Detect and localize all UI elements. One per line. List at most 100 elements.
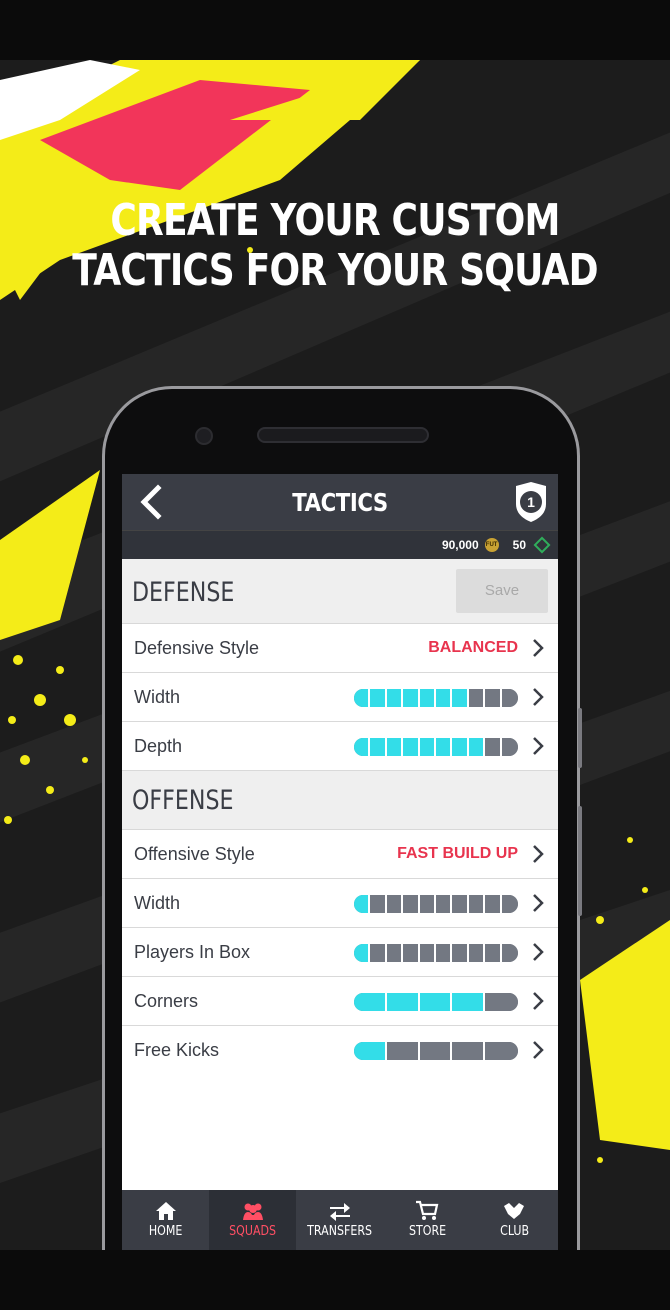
level-segment: [419, 895, 436, 913]
club-crest-icon[interactable]: 1: [512, 480, 550, 524]
level-segment: [435, 738, 453, 756]
level-segment: [501, 689, 518, 707]
level-segment: [403, 738, 420, 756]
nav-label: HOME: [148, 1224, 183, 1239]
level-segment: [485, 738, 502, 756]
row-label: Free Kicks: [134, 1040, 220, 1060]
row-label: Defensive Style: [134, 638, 260, 658]
level-segment: [452, 895, 469, 913]
level-segment: [419, 1042, 453, 1060]
level-segment: [501, 944, 518, 962]
cart-icon: [384, 1200, 471, 1224]
players-in-box-row[interactable]: Players In Box: [122, 928, 558, 977]
chevron-right-icon: [533, 894, 544, 912]
app-header: TACTICS 1: [122, 474, 558, 530]
defensive-style-row[interactable]: Defensive Style BALANCED: [122, 624, 558, 673]
row-label: Offensive Style: [134, 844, 255, 864]
level-bar: [354, 689, 518, 707]
level-segment: [386, 944, 404, 962]
section-defense-header: DEFENSE Save: [122, 559, 558, 624]
transfers-icon: [296, 1200, 383, 1224]
level-segment: [452, 993, 486, 1011]
level-segment: [452, 1042, 486, 1060]
headline-line-2: TACTICS FOR YOUR SQUAD: [72, 245, 598, 296]
level-segment: [403, 895, 420, 913]
coin-icon: FUT: [484, 538, 499, 552]
section-title: OFFENSE: [132, 785, 234, 816]
headline-line-1: CREATE YOUR CUSTOM: [110, 195, 560, 246]
level-segment: [452, 738, 469, 756]
offense-width-row[interactable]: Width: [122, 879, 558, 928]
nav-club[interactable]: CLUB: [471, 1190, 558, 1250]
level-segment: [485, 1042, 518, 1060]
level-segment: [354, 1042, 387, 1060]
page-title: TACTICS: [292, 488, 388, 517]
section-offense-header: OFFENSE: [122, 771, 558, 830]
level-segment: [468, 944, 486, 962]
level-segment: [485, 993, 518, 1011]
squads-icon: [209, 1200, 296, 1224]
points-balance: 50: [512, 538, 526, 552]
section-title: DEFENSE: [132, 577, 235, 608]
level-segment: [386, 895, 404, 913]
corners-row[interactable]: Corners: [122, 977, 558, 1026]
row-value: FAST BUILD UP: [397, 845, 518, 862]
level-segment: [354, 738, 371, 756]
level-bar: [354, 944, 518, 962]
level-bar: [354, 1042, 518, 1060]
app-screen: TACTICS 1 90,000 FUT 50 DEFENSE Save Def…: [122, 474, 558, 1250]
row-value: BALANCED: [428, 639, 518, 656]
top-black-bar: [0, 0, 670, 60]
level-segment: [501, 738, 518, 756]
level-segment: [403, 944, 420, 962]
save-button[interactable]: Save: [456, 569, 548, 613]
level-bar: [354, 993, 518, 1011]
level-segment: [485, 689, 502, 707]
level-segment: [435, 689, 453, 707]
row-label: Players In Box: [134, 942, 251, 962]
nav-transfers[interactable]: TRANSFERS: [296, 1190, 383, 1250]
coin-balance: 90,000: [441, 538, 479, 552]
level-segment: [419, 689, 436, 707]
chevron-right-icon: [533, 1041, 544, 1059]
nav-label: SQUADS: [229, 1224, 277, 1239]
level-bar: [354, 738, 518, 756]
nav-label: CLUB: [499, 1224, 529, 1239]
nav-store[interactable]: STORE: [384, 1190, 471, 1250]
volume-button: [578, 708, 582, 768]
level-segment: [354, 993, 387, 1011]
level-segment: [468, 689, 486, 707]
level-segment: [354, 944, 371, 962]
level-segment: [370, 738, 387, 756]
offensive-style-row[interactable]: Offensive Style FAST BUILD UP: [122, 830, 558, 879]
nav-label: TRANSFERS: [307, 1224, 373, 1239]
crest-number: 1: [527, 494, 535, 510]
level-segment: [419, 993, 453, 1011]
chevron-right-icon: [533, 639, 544, 657]
level-segment: [468, 895, 486, 913]
level-segment: [501, 895, 518, 913]
chevron-right-icon: [533, 943, 544, 961]
chevron-right-icon: [533, 737, 544, 755]
level-segment: [386, 738, 404, 756]
nav-home[interactable]: HOME: [122, 1190, 209, 1250]
bottom-black-bar: [0, 1250, 670, 1310]
defense-depth-row[interactable]: Depth: [122, 722, 558, 771]
level-segment: [435, 944, 453, 962]
empty-content-area: [122, 1068, 558, 1190]
home-icon: [122, 1200, 209, 1224]
level-segment: [370, 944, 387, 962]
bottom-nav: HOME SQUADS TRANSFERS STORE CLUB: [122, 1190, 558, 1250]
nav-squads[interactable]: SQUADS: [209, 1190, 297, 1250]
row-label: Width: [134, 687, 181, 707]
front-camera: [195, 427, 213, 445]
level-segment: [468, 738, 486, 756]
club-icon: [471, 1200, 558, 1224]
level-segment: [370, 689, 387, 707]
level-segment: [370, 895, 387, 913]
defense-width-row[interactable]: Width: [122, 673, 558, 722]
earpiece-speaker: [257, 427, 429, 443]
nav-label: STORE: [408, 1224, 446, 1239]
level-segment: [435, 895, 453, 913]
level-segment: [452, 689, 469, 707]
